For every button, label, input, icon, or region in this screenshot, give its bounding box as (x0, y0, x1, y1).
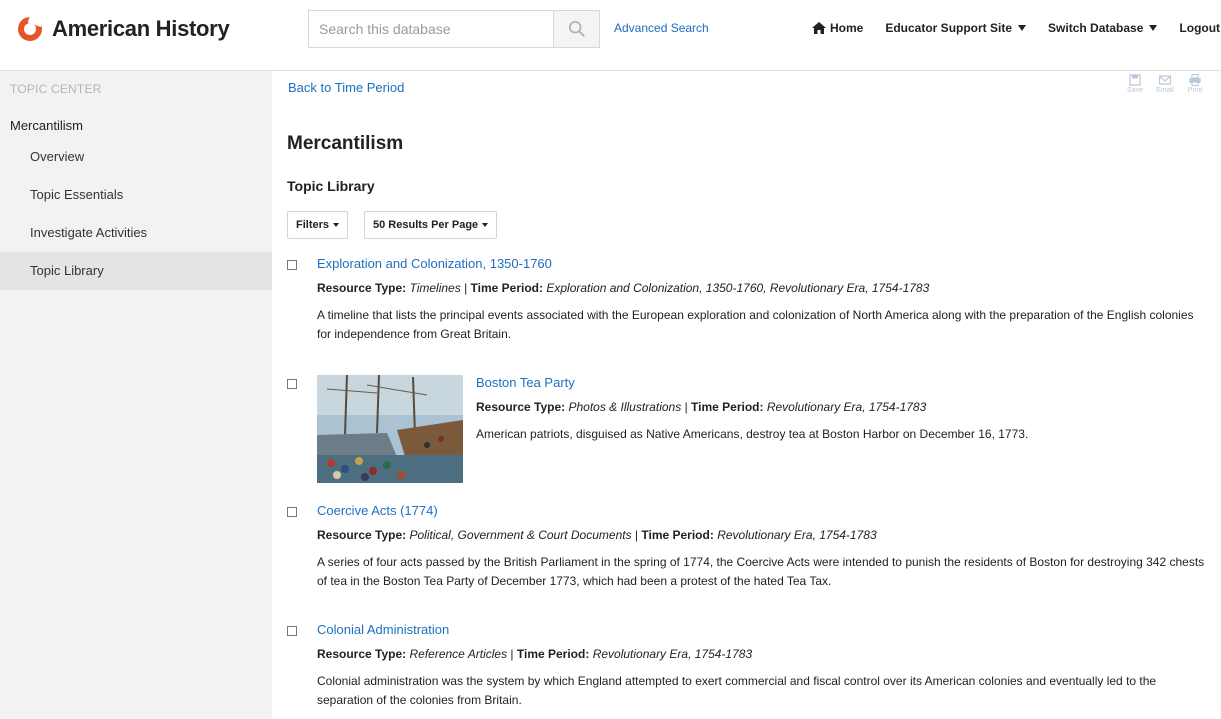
result-description: A timeline that lists the principal even… (317, 308, 1194, 341)
result-meta: Resource Type: Reference Articles | Time… (317, 647, 752, 661)
filters-dropdown[interactable]: Filters (287, 211, 349, 239)
time-period-label: Time Period: (470, 281, 543, 295)
main-content: Back to Time Period Save Email Print Mer… (272, 70, 1221, 719)
nav-logout[interactable]: Logout (1179, 21, 1220, 35)
save-button[interactable]: Save (1121, 74, 1149, 94)
result-description: American patriots, disguised as Native A… (476, 427, 1029, 441)
sidebar-topic-title[interactable]: Mercantilism (10, 118, 83, 133)
resource-type-label: Resource Type: (317, 281, 407, 295)
page-title: Mercantilism (287, 133, 404, 154)
nav-switch-label: Switch Database (1048, 21, 1144, 35)
search-box (308, 10, 600, 48)
chevron-down-icon (333, 223, 340, 227)
chevron-down-icon (1149, 25, 1158, 31)
result-checkbox[interactable] (287, 507, 297, 517)
result-title-link[interactable]: Colonial Administration (317, 622, 449, 637)
resource-type-label: Resource Type: (476, 400, 566, 414)
nav-educator-support[interactable]: Educator Support Site (885, 21, 1027, 35)
section-title: Topic Library (287, 178, 375, 194)
print-icon (1189, 74, 1201, 86)
resource-type-value: Timelines (409, 281, 461, 295)
result-title-link[interactable]: Coercive Acts (1774) (317, 503, 438, 518)
result-title-link[interactable]: Exploration and Colonization, 1350-1760 (317, 256, 552, 271)
save-label: Save (1127, 87, 1143, 94)
results-per-page-dropdown[interactable]: 50 Results Per Page (364, 211, 498, 239)
filters-label: Filters (296, 219, 330, 231)
advanced-search-link[interactable]: Advanced Search (614, 21, 709, 35)
brand-logo-icon (18, 17, 42, 41)
result-thumbnail[interactable] (317, 375, 463, 483)
email-icon (1159, 75, 1171, 85)
resource-type-value: Political, Government & Court Documents (409, 528, 632, 542)
sidebar-item-investigate-activities[interactable]: Investigate Activities (0, 214, 272, 252)
result-checkbox[interactable] (287, 626, 297, 636)
time-period-value: Revolutionary Era, 1754-1783 (592, 647, 753, 661)
search-button[interactable] (553, 11, 599, 47)
time-period-value: Revolutionary Era, 1754-1783 (766, 400, 927, 414)
list-item: Coercive Acts (1774) Resource Type: Poli… (287, 503, 1207, 603)
chevron-down-icon (482, 223, 489, 227)
result-meta: Resource Type: Timelines | Time Period: … (317, 281, 929, 295)
resource-type-label: Resource Type: (317, 528, 407, 542)
sidebar-item-topic-library[interactable]: Topic Library (0, 252, 272, 290)
list-item: Boston Tea Party Resource Type: Photos &… (287, 375, 1207, 485)
result-meta: Resource Type: Photos & Illustrations | … (476, 400, 926, 414)
print-label: Print (1187, 87, 1203, 94)
home-icon (812, 22, 826, 34)
sidebar-item-overview[interactable]: Overview (0, 138, 272, 176)
time-period-label: Time Period: (516, 647, 590, 661)
search-input[interactable] (309, 11, 553, 47)
nav-home[interactable]: Home (812, 21, 863, 35)
chevron-down-icon (1018, 25, 1027, 31)
top-nav: Home Educator Support Site Switch Databa… (812, 21, 1221, 35)
nav-educator-label: Educator Support Site (885, 21, 1013, 35)
time-period-label: Time Period: (691, 400, 764, 414)
result-meta: Resource Type: Political, Government & C… (317, 528, 877, 542)
results-per-page-label: 50 Results Per Page (373, 219, 479, 231)
sidebar-heading: TOPIC CENTER (10, 82, 102, 96)
boston-tea-party-image (317, 375, 463, 483)
logo[interactable]: American History (18, 16, 230, 42)
print-button[interactable]: Print (1181, 74, 1209, 94)
search-icon (568, 20, 585, 37)
back-to-time-period-link[interactable]: Back to Time Period (288, 80, 404, 95)
resource-type-label: Resource Type: (317, 647, 407, 661)
header: American History Advanced Search Home Ed… (0, 0, 1221, 60)
resource-type-value: Photos & Illustrations (568, 400, 682, 414)
nav-home-label: Home (830, 21, 864, 35)
save-icon (1129, 74, 1141, 86)
logo-text: American History (52, 16, 230, 41)
nav-switch-database[interactable]: Switch Database (1048, 21, 1158, 35)
email-label: Email (1156, 87, 1174, 94)
list-item: Colonial Administration Resource Type: R… (287, 622, 1207, 719)
result-checkbox[interactable] (287, 260, 297, 270)
result-description: A series of four acts passed by the Brit… (317, 555, 1205, 588)
toolbar: Save Email Print (1119, 74, 1209, 94)
sidebar: TOPIC CENTER Mercantilism Overview Topic… (0, 70, 272, 719)
time-period-label: Time Period: (641, 528, 714, 542)
time-period-value: Exploration and Colonization, 1350-1760,… (546, 281, 930, 295)
result-description: Colonial administration was the system b… (317, 674, 1157, 707)
result-checkbox[interactable] (287, 379, 297, 389)
list-item: Exploration and Colonization, 1350-1760 … (287, 256, 1207, 356)
email-button[interactable]: Email (1151, 74, 1179, 94)
result-title-link[interactable]: Boston Tea Party (476, 375, 575, 390)
resource-type-value: Reference Articles (409, 647, 508, 661)
sidebar-item-topic-essentials[interactable]: Topic Essentials (0, 176, 272, 214)
nav-logout-label: Logout (1179, 21, 1221, 35)
time-period-value: Revolutionary Era, 1754-1783 (717, 528, 877, 542)
